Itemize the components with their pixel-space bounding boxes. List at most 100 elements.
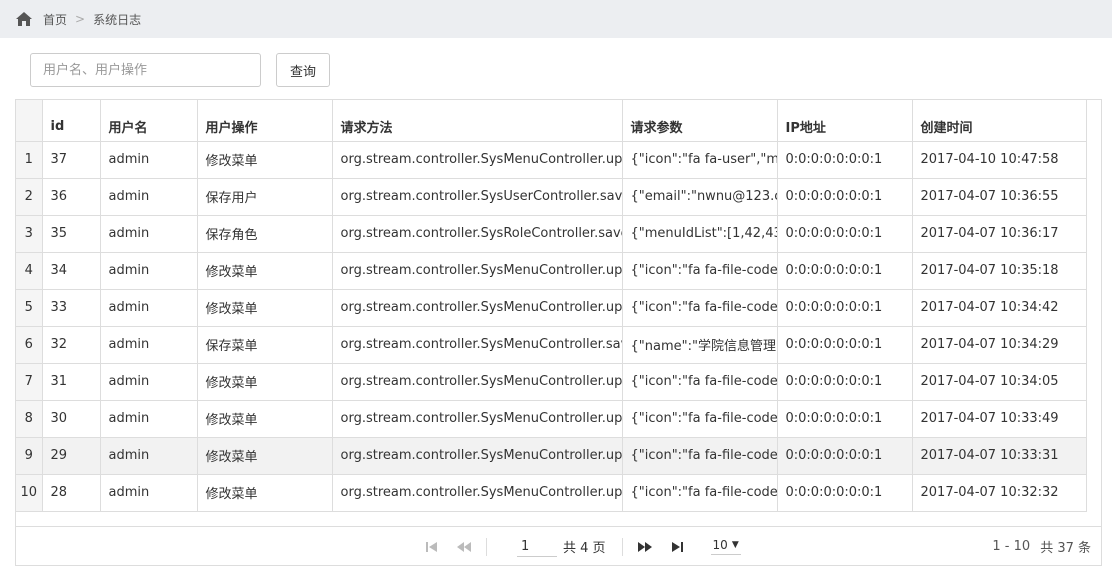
- row-number: 4: [16, 252, 43, 290]
- cell-username: admin: [100, 400, 198, 438]
- cell-ip: 0:0:0:0:0:0:0:1: [777, 252, 913, 290]
- first-page-icon[interactable]: [422, 539, 442, 555]
- row-number: 3: [16, 215, 43, 253]
- cell-operation: 保存用户: [197, 178, 333, 216]
- cell-ip: 0:0:0:0:0:0:0:1: [777, 289, 913, 327]
- last-page-icon[interactable]: [667, 539, 687, 555]
- prev-page-icon[interactable]: [454, 539, 474, 555]
- pager-divider: [486, 537, 487, 556]
- cell-operation: 保存角色: [197, 215, 333, 253]
- cell-operation: 保存菜单: [197, 326, 333, 364]
- total-pages-label: 共 4 页: [563, 541, 606, 556]
- header-rownum: [16, 100, 43, 142]
- row-number: 5: [16, 289, 43, 327]
- cell-method: org.stream.controller.SysMenuController.…: [332, 289, 623, 327]
- cell-created-time: 2017-04-07 10:35:18: [912, 252, 1087, 290]
- search-bar: 查询: [30, 53, 330, 87]
- table-row[interactable]: 2 36 admin 保存用户 org.stream.controller.SysUse…: [16, 178, 1087, 216]
- page-size-value: 10: [712, 538, 728, 552]
- table-row[interactable]: 5 33 admin 修改菜单 org.stream.controller.SysMen…: [16, 289, 1087, 327]
- record-range: 1 - 10: [992, 539, 1031, 554]
- cell-username: admin: [100, 141, 198, 179]
- cell-params: {"icon":"fa fa-file-code-o": [622, 252, 778, 290]
- cell-username: admin: [100, 215, 198, 253]
- header-method[interactable]: 请求方法: [332, 100, 623, 142]
- table-row[interactable]: 3 35 admin 保存角色 org.stream.controller.SysRol…: [16, 215, 1087, 253]
- cell-created-time: 2017-04-07 10:33:49: [912, 400, 1087, 438]
- header-id[interactable]: id: [42, 100, 101, 142]
- cell-created-time: 2017-04-07 10:32:32: [912, 474, 1087, 512]
- cell-username: admin: [100, 289, 198, 327]
- cell-id: 32: [42, 326, 101, 364]
- cell-ip: 0:0:0:0:0:0:0:1: [777, 437, 913, 475]
- header-operation[interactable]: 用户操作: [197, 100, 333, 142]
- cell-method: org.stream.controller.SysMenuController.…: [332, 141, 623, 179]
- breadcrumb-separator: >: [75, 12, 86, 26]
- breadcrumb-home-link[interactable]: 首页: [43, 11, 67, 28]
- cell-created-time: 2017-04-07 10:36:55: [912, 178, 1087, 216]
- cell-params: {"icon":"fa fa-file-code-o": [622, 437, 778, 475]
- cell-ip: 0:0:0:0:0:0:0:1: [777, 326, 913, 364]
- home-icon[interactable]: [15, 11, 33, 27]
- query-button[interactable]: 查询: [276, 53, 330, 87]
- cell-created-time: 2017-04-10 10:47:58: [912, 141, 1087, 179]
- table-row[interactable]: 9 29 admin 修改菜单 org.stream.controller.SysMen…: [16, 437, 1087, 475]
- cell-id: 31: [42, 363, 101, 401]
- header-params[interactable]: 请求参数: [622, 100, 778, 142]
- cell-username: admin: [100, 178, 198, 216]
- cell-created-time: 2017-04-07 10:36:17: [912, 215, 1087, 253]
- row-number: 6: [16, 326, 43, 364]
- chevron-down-icon: ▼: [731, 540, 739, 550]
- cell-ip: 0:0:0:0:0:0:0:1: [777, 178, 913, 216]
- cell-id: 29: [42, 437, 101, 475]
- cell-ip: 0:0:0:0:0:0:0:1: [777, 400, 913, 438]
- row-number: 8: [16, 400, 43, 438]
- row-number: 10: [16, 474, 43, 512]
- cell-ip: 0:0:0:0:0:0:0:1: [777, 474, 913, 512]
- cell-operation: 修改菜单: [197, 437, 333, 475]
- page-number-input[interactable]: [517, 536, 557, 557]
- cell-username: admin: [100, 326, 198, 364]
- row-number: 7: [16, 363, 43, 401]
- log-table: id 用户名 用户操作 请求方法 请求参数 IP地址 创建时间 1 37 admin…: [16, 100, 1087, 512]
- cell-created-time: 2017-04-07 10:34:05: [912, 363, 1087, 401]
- record-summary: 1 - 10 共 37 条: [992, 527, 1091, 566]
- cell-id: 28: [42, 474, 101, 512]
- cell-method: org.stream.controller.SysMenuController.…: [332, 363, 623, 401]
- cell-params: {"email":"nwnu@123.com",: [622, 178, 778, 216]
- cell-created-time: 2017-04-07 10:34:29: [912, 326, 1087, 364]
- cell-operation: 修改菜单: [197, 141, 333, 179]
- table-row[interactable]: 10 28 admin 修改菜单 org.stream.controller.SysMe…: [16, 474, 1087, 512]
- cell-params: {"icon":"fa fa-file-code-o": [622, 400, 778, 438]
- header-ip[interactable]: IP地址: [777, 100, 913, 142]
- cell-params: {"icon":"fa fa-file-code-o": [622, 289, 778, 327]
- cell-method: org.stream.controller.SysMenuController.…: [332, 252, 623, 290]
- cell-username: admin: [100, 437, 198, 475]
- next-page-icon[interactable]: [635, 539, 655, 555]
- table-row[interactable]: 1 37 admin 修改菜单 org.stream.controller.SysMen…: [16, 141, 1087, 179]
- cell-ip: 0:0:0:0:0:0:0:1: [777, 363, 913, 401]
- cell-created-time: 2017-04-07 10:33:31: [912, 437, 1087, 475]
- cell-params: {"icon":"fa fa-file-code-o": [622, 363, 778, 401]
- cell-method: org.stream.controller.SysMenuController.…: [332, 400, 623, 438]
- page-size-select[interactable]: 10 ▼: [710, 538, 741, 555]
- cell-method: org.stream.controller.SysMenuController.…: [332, 326, 623, 364]
- cell-id: 35: [42, 215, 101, 253]
- header-created-time[interactable]: 创建时间: [912, 100, 1087, 142]
- table-header: id 用户名 用户操作 请求方法 请求参数 IP地址 创建时间: [16, 100, 1087, 142]
- search-input[interactable]: [30, 53, 261, 87]
- table-row[interactable]: 7 31 admin 修改菜单 org.stream.controller.SysMen…: [16, 363, 1087, 401]
- cell-method: org.stream.controller.SysMenuController.…: [332, 474, 623, 512]
- row-number: 2: [16, 178, 43, 216]
- cell-operation: 修改菜单: [197, 474, 333, 512]
- table-row[interactable]: 6 32 admin 保存菜单 org.stream.controller.SysMen…: [16, 326, 1087, 364]
- record-total: 共 37 条: [1040, 541, 1091, 556]
- cell-id: 30: [42, 400, 101, 438]
- cell-username: admin: [100, 252, 198, 290]
- cell-operation: 修改菜单: [197, 252, 333, 290]
- table-row[interactable]: 8 30 admin 修改菜单 org.stream.controller.SysMen…: [16, 400, 1087, 438]
- cell-params: {"icon":"fa fa-file-code-o": [622, 474, 778, 512]
- header-username[interactable]: 用户名: [100, 100, 198, 142]
- table-row[interactable]: 4 34 admin 修改菜单 org.stream.controller.SysMen…: [16, 252, 1087, 290]
- cell-method: org.stream.controller.SysMenuController.…: [332, 437, 623, 475]
